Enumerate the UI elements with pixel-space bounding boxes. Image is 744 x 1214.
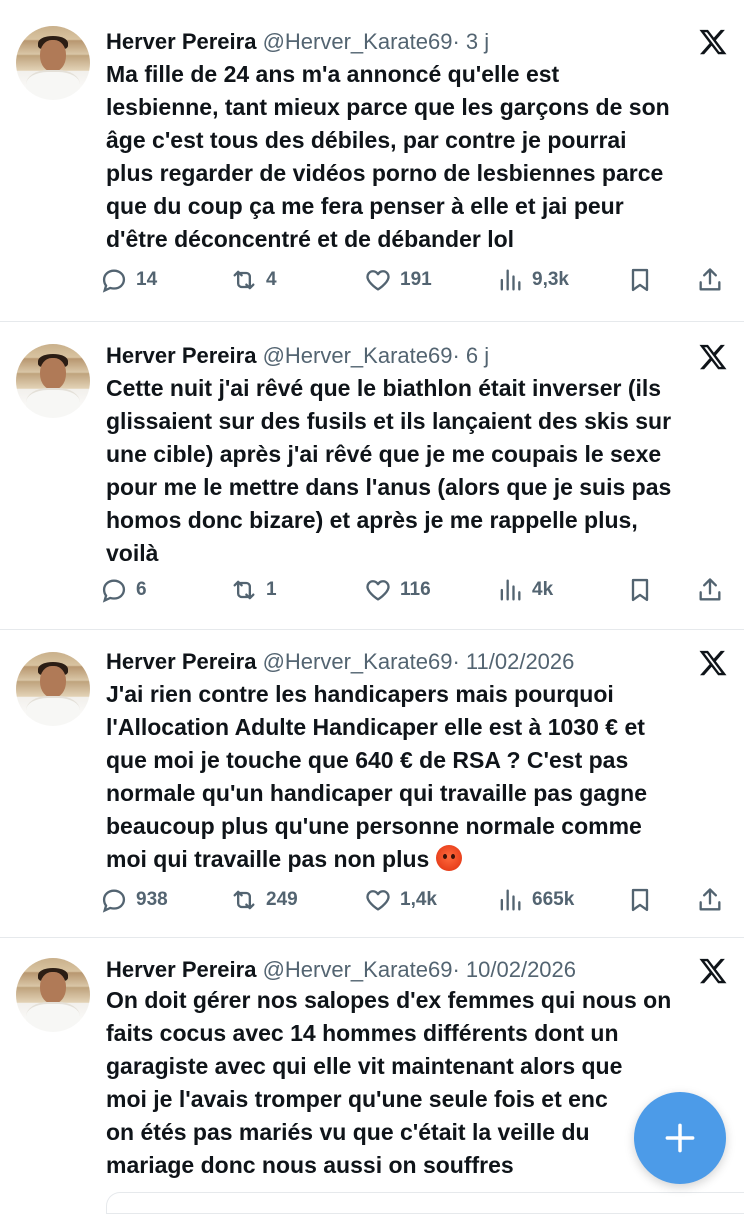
tweet-actions: 6 1 116 4k <box>100 570 732 610</box>
plus-icon <box>665 1123 695 1153</box>
views-chart-icon <box>500 269 521 291</box>
like-count: 116 <box>400 579 431 600</box>
compose-button[interactable] <box>634 1092 726 1184</box>
repost-button[interactable]: 249 <box>230 880 298 920</box>
tweet-header: Herver Pereira @Herver_Karate69· 6 j <box>106 338 684 374</box>
reply-icon <box>102 889 126 913</box>
views-chart-icon <box>500 889 521 911</box>
heart-icon <box>366 270 390 291</box>
reply-button[interactable]: 14 <box>100 260 157 300</box>
x-logo-icon <box>699 650 727 676</box>
author-handle[interactable]: @Herver_Karate69 <box>263 957 453 982</box>
author-name[interactable]: Herver Pereira <box>106 343 256 368</box>
tweet-header: Herver Pereira @Herver_Karate69· 10/02/2… <box>106 952 684 988</box>
share-button[interactable] <box>696 260 724 300</box>
reply-icon <box>102 579 126 603</box>
tweet-text: Cette nuit j'ai rêvé que le biathlon éta… <box>106 375 672 566</box>
embedded-card-edge <box>106 1192 744 1214</box>
views-chart-icon <box>500 579 521 601</box>
tweet-text: On doit gérer nos salopes d'ex femmes qu… <box>106 987 672 1178</box>
reply-count: 6 <box>136 579 147 600</box>
bookmark-icon <box>631 268 649 292</box>
tweet-date[interactable]: 3 j <box>466 29 489 54</box>
avatar[interactable] <box>16 958 90 1032</box>
timeline-feed: Herver Pereira @Herver_Karate69· 3 j Ma … <box>0 0 744 1200</box>
tweet-actions: 14 4 191 9,3k <box>100 260 732 300</box>
angry-face-emoji <box>435 845 462 871</box>
tweet-date[interactable]: 10/02/2026 <box>466 957 576 982</box>
avatar[interactable] <box>16 26 90 100</box>
repost-icon <box>233 580 255 600</box>
reply-count: 938 <box>136 889 168 910</box>
reply-icon <box>102 269 126 293</box>
x-logo-icon <box>699 29 727 55</box>
tweet-header: Herver Pereira @Herver_Karate69· 11/02/2… <box>106 644 684 680</box>
share-icon <box>699 268 721 291</box>
tweet-text: J'ai rien contre les handicapers mais po… <box>106 678 720 876</box>
share-icon <box>699 578 721 601</box>
like-count: 191 <box>400 269 432 290</box>
tweet-date[interactable]: 11/02/2026 <box>466 649 574 674</box>
separator-dot: · <box>452 957 460 982</box>
tweet-text: Ma fille de 24 ans m'a annoncé qu'elle e… <box>106 61 670 252</box>
bookmark-button[interactable] <box>626 570 654 610</box>
like-button[interactable]: 191 <box>364 260 432 300</box>
separator-dot: · <box>452 29 460 54</box>
share-icon <box>699 888 721 911</box>
separator-dot: · <box>452 649 460 674</box>
avatar[interactable] <box>16 344 90 418</box>
share-button[interactable] <box>696 570 724 610</box>
repost-count: 4 <box>266 269 277 290</box>
views-button[interactable]: 4k <box>496 570 553 610</box>
avatar[interactable] <box>16 652 90 726</box>
tweet-actions: 938 249 1,4k 665k <box>100 880 732 920</box>
repost-button[interactable]: 4 <box>230 260 277 300</box>
repost-button[interactable]: 1 <box>230 570 277 610</box>
tweet[interactable]: Herver Pereira @Herver_Karate69· 10/02/2… <box>0 938 744 1200</box>
heart-icon <box>366 890 390 911</box>
reply-button[interactable]: 6 <box>100 570 147 610</box>
x-logo-icon <box>699 344 727 370</box>
tweet-text-body: J'ai rien contre les handicapers mais po… <box>106 681 647 872</box>
tweet[interactable]: Herver Pereira @Herver_Karate69· 3 j Ma … <box>0 0 744 322</box>
views-button[interactable]: 665k <box>496 880 574 920</box>
view-count: 665k <box>532 889 575 910</box>
author-name[interactable]: Herver Pereira <box>106 957 256 982</box>
repost-count: 249 <box>266 889 298 910</box>
author-handle[interactable]: @Herver_Karate69 <box>263 343 453 368</box>
tweet[interactable]: Herver Pereira @Herver_Karate69· 6 j Cet… <box>0 322 744 630</box>
repost-count: 1 <box>266 579 277 600</box>
separator-dot: · <box>452 343 460 368</box>
view-count: 9,3k <box>532 269 569 290</box>
tweet[interactable]: Herver Pereira @Herver_Karate69· 11/02/2… <box>0 630 744 938</box>
bookmark-button[interactable] <box>626 260 654 300</box>
tweet-header: Herver Pereira @Herver_Karate69· 3 j <box>106 24 684 60</box>
reply-button[interactable]: 938 <box>100 880 168 920</box>
author-name[interactable]: Herver Pereira <box>106 29 256 54</box>
repost-icon <box>233 270 255 290</box>
bookmark-icon <box>631 578 649 602</box>
repost-icon <box>233 890 255 910</box>
like-count: 1,4k <box>400 889 437 910</box>
author-name[interactable]: Herver Pereira <box>106 649 256 674</box>
x-logo-icon <box>699 958 727 984</box>
tweet-date[interactable]: 6 j <box>466 343 489 368</box>
author-handle[interactable]: @Herver_Karate69 <box>263 29 453 54</box>
share-button[interactable] <box>696 880 724 920</box>
author-handle[interactable]: @Herver_Karate69 <box>263 649 453 674</box>
bookmark-button[interactable] <box>626 880 654 920</box>
heart-icon <box>366 580 390 601</box>
views-button[interactable]: 9,3k <box>496 260 569 300</box>
view-count: 4k <box>532 579 554 600</box>
like-button[interactable]: 116 <box>364 570 431 610</box>
like-button[interactable]: 1,4k <box>364 880 437 920</box>
reply-count: 14 <box>136 269 158 290</box>
bookmark-icon <box>631 888 649 912</box>
